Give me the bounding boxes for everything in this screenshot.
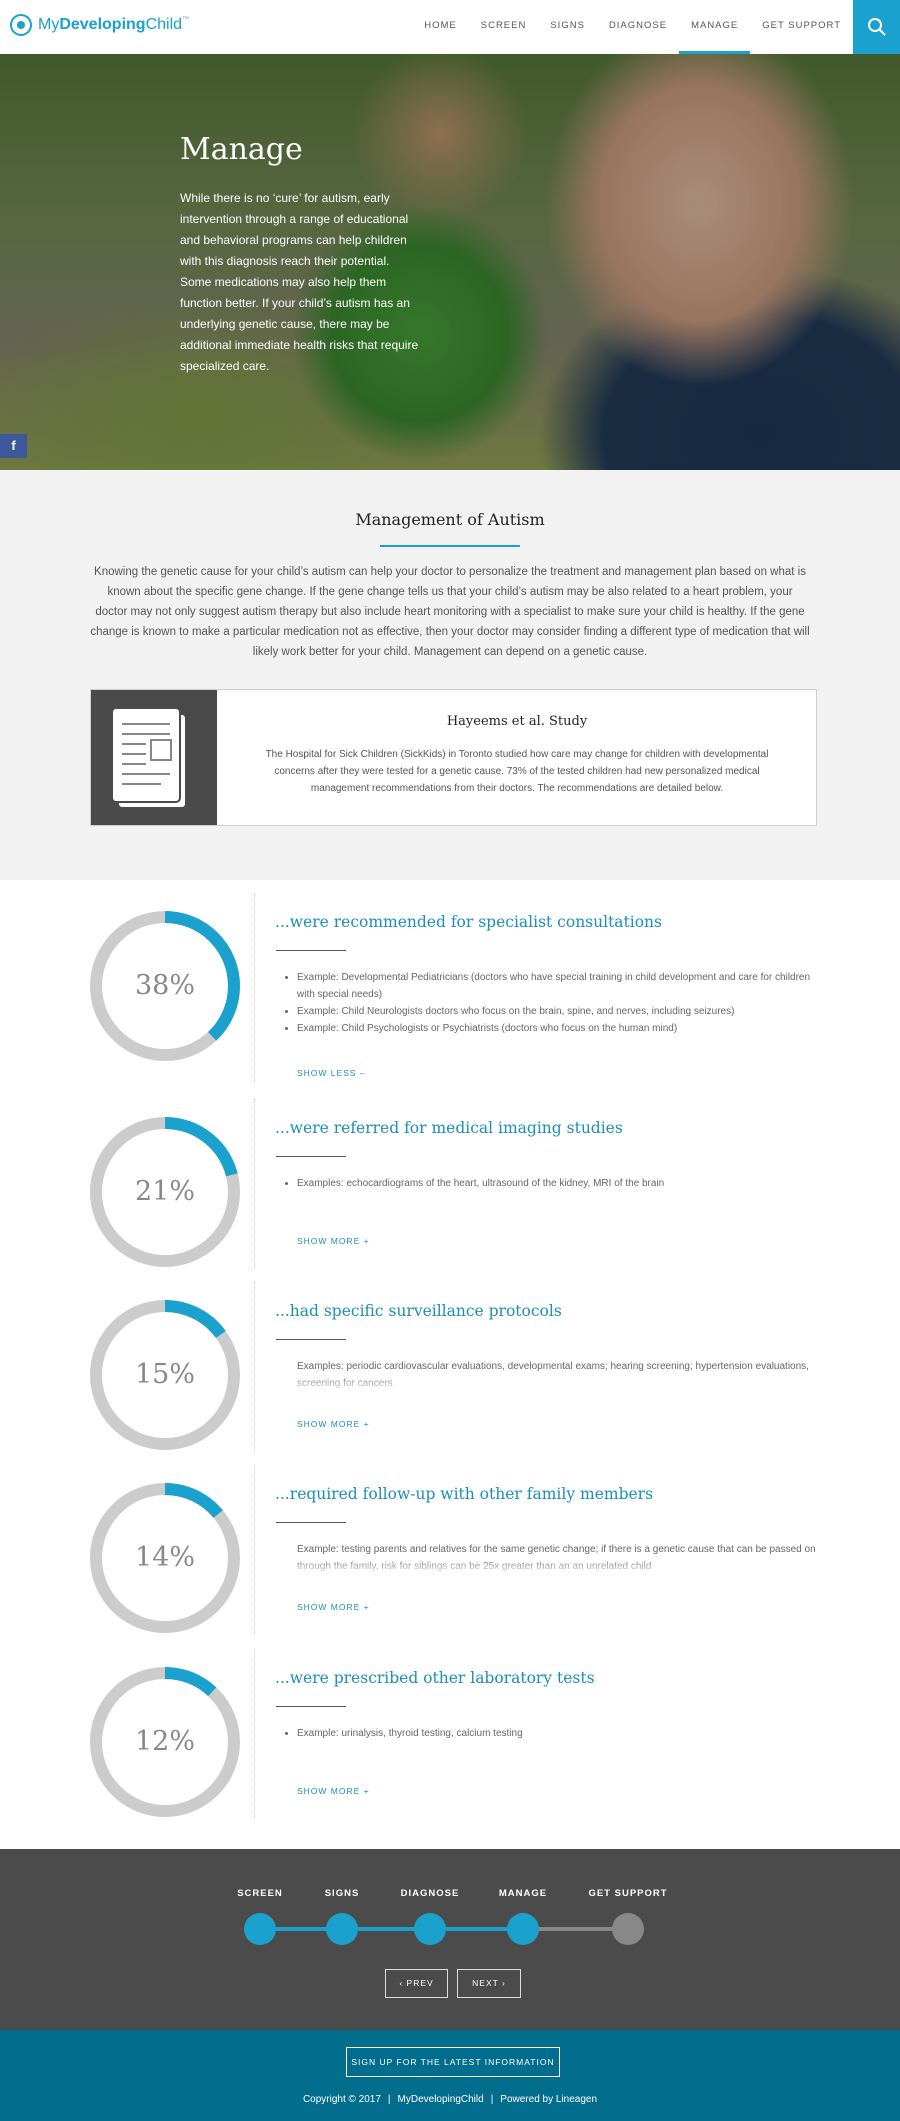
nav-home[interactable]: HOME — [412, 0, 469, 54]
step-dot-get-support[interactable] — [612, 1913, 644, 1945]
step-dot-signs[interactable] — [326, 1913, 358, 1945]
percent-label: 14% — [134, 1542, 195, 1573]
study-text: The Hospital for Sick Children (SickKids… — [265, 749, 769, 794]
logo-text: MyDevelopingChild™ — [38, 16, 190, 33]
step-label-diagnose: DIAGNOSE — [400, 1888, 460, 1899]
stat-divider — [276, 1339, 346, 1340]
nav-diagnose[interactable]: DIAGNOSE — [597, 0, 679, 54]
show-less-toggle[interactable]: SHOW LESS – — [297, 1068, 366, 1078]
logo-icon — [10, 14, 32, 36]
stat-divider — [276, 950, 346, 951]
hero-title: Manage — [180, 132, 303, 167]
nav-get-support[interactable]: GET SUPPORT — [750, 0, 853, 54]
stat-examples: Example: testing parents and relatives f… — [297, 1541, 817, 1577]
show-more-toggle[interactable]: SHOW MORE + — [297, 1602, 370, 1612]
show-more-toggle[interactable]: SHOW MORE + — [297, 1236, 370, 1246]
hero-banner: Manage While there is no ‘cure’ for auti… — [0, 54, 900, 470]
stat-examples: Example: urinalysis, thyroid testing, ca… — [297, 1725, 817, 1742]
stat-examples: Example: Developmental Pediatricians (do… — [297, 969, 817, 1037]
nav-screen[interactable]: SCREEN — [469, 0, 539, 54]
stat-title: ...were referred for medical imaging stu… — [275, 1119, 623, 1137]
prev-button[interactable]: ‹ PREV — [385, 1969, 448, 1998]
vertical-divider — [254, 893, 255, 1083]
search-icon — [867, 18, 886, 36]
percent-label: 38% — [134, 970, 195, 1001]
study-card: Hayeems et al. Study The Hospital for Si… — [90, 689, 817, 826]
site-header: MyDevelopingChild™ HOME SCREEN SIGNS DIA… — [0, 0, 900, 54]
facebook-share-button[interactable]: f — [0, 434, 27, 458]
list-item: Example: urinalysis, thyroid testing, ca… — [297, 1725, 817, 1742]
study-icon-panel — [91, 690, 217, 825]
step-label-signs: SIGNS — [324, 1888, 360, 1899]
vertical-divider — [254, 1099, 255, 1269]
stat-divider — [276, 1156, 346, 1157]
stat-examples: Examples: periodic cardiovascular evalua… — [297, 1358, 817, 1394]
hero-text: While there is no ‘cure’ for autism, ear… — [180, 191, 419, 373]
stat-title: ...were prescribed other laboratory test… — [275, 1669, 595, 1687]
vertical-divider — [254, 1649, 255, 1819]
search-button[interactable] — [853, 0, 900, 54]
step-dot-manage[interactable] — [507, 1913, 539, 1945]
show-more-toggle[interactable]: SHOW MORE + — [297, 1786, 370, 1796]
percent-label: 21% — [134, 1176, 195, 1207]
stat-divider — [276, 1706, 346, 1707]
percent-label: 15% — [134, 1359, 195, 1390]
stat-title: ...had specific surveillance protocols — [275, 1302, 562, 1320]
percent-label: 12% — [134, 1726, 195, 1757]
list-item: Example: testing parents and relatives f… — [297, 1541, 817, 1575]
list-item: Example: Child Psychologists or Psychiat… — [297, 1020, 817, 1037]
management-section: Management of Autism Knowing the genetic… — [0, 470, 900, 880]
section-text: Knowing the genetic cause for your child… — [90, 566, 810, 658]
list-item: Examples: periodic cardiovascular evalua… — [297, 1358, 817, 1392]
next-button[interactable]: NEXT › — [457, 1969, 521, 1998]
copyright-line: Copyright © 2017 | MyDevelopingChild | Power… — [302, 2094, 598, 2105]
nav-signs[interactable]: SIGNS — [538, 0, 597, 54]
main-nav: HOME SCREEN SIGNS DIAGNOSE MANAGE GET SU… — [412, 0, 853, 54]
step-dot-diagnose[interactable] — [414, 1913, 446, 1945]
site-name-link[interactable]: MyDevelopingChild — [398, 2094, 484, 2105]
list-item: Example: Developmental Pediatricians (do… — [297, 969, 817, 1003]
document-icon — [111, 707, 187, 809]
nav-manage[interactable]: MANAGE — [679, 0, 751, 54]
step-label-manage: MANAGE — [498, 1888, 548, 1899]
step-progress-section: SCREEN SIGNS DIAGNOSE MANAGE GET SUPPORT… — [0, 1849, 900, 2030]
vertical-divider — [254, 1465, 255, 1635]
copyright-text: Copyright © 2017 — [302, 2094, 381, 2105]
powered-by-link[interactable]: Powered by Lineagen — [500, 2094, 597, 2105]
step-label-get-support: GET SUPPORT — [588, 1888, 668, 1899]
site-footer: SIGN UP FOR THE LATEST INFORMATION Copyr… — [0, 2030, 900, 2121]
vertical-divider — [254, 1282, 255, 1452]
stat-title: ...required follow-up with other family … — [275, 1485, 654, 1503]
stat-title: ...were recommended for specialist consu… — [275, 913, 662, 931]
section-title: Management of Autism — [355, 510, 545, 529]
site-logo[interactable]: MyDevelopingChild™ — [10, 14, 189, 36]
stat-divider — [276, 1522, 346, 1523]
study-title: Hayeems et al. Study — [446, 714, 588, 729]
hero-photo — [0, 54, 900, 470]
stat-examples: Examples: echocardiograms of the heart, … — [297, 1175, 817, 1192]
signup-button[interactable]: SIGN UP FOR THE LATEST INFORMATION — [346, 2047, 560, 2077]
list-item: Example: Child Neurologists doctors who … — [297, 1003, 817, 1020]
title-divider — [380, 545, 520, 547]
step-dot-screen[interactable] — [244, 1913, 276, 1945]
show-more-toggle[interactable]: SHOW MORE + — [297, 1419, 370, 1429]
list-item: Examples: echocardiograms of the heart, … — [297, 1175, 817, 1192]
